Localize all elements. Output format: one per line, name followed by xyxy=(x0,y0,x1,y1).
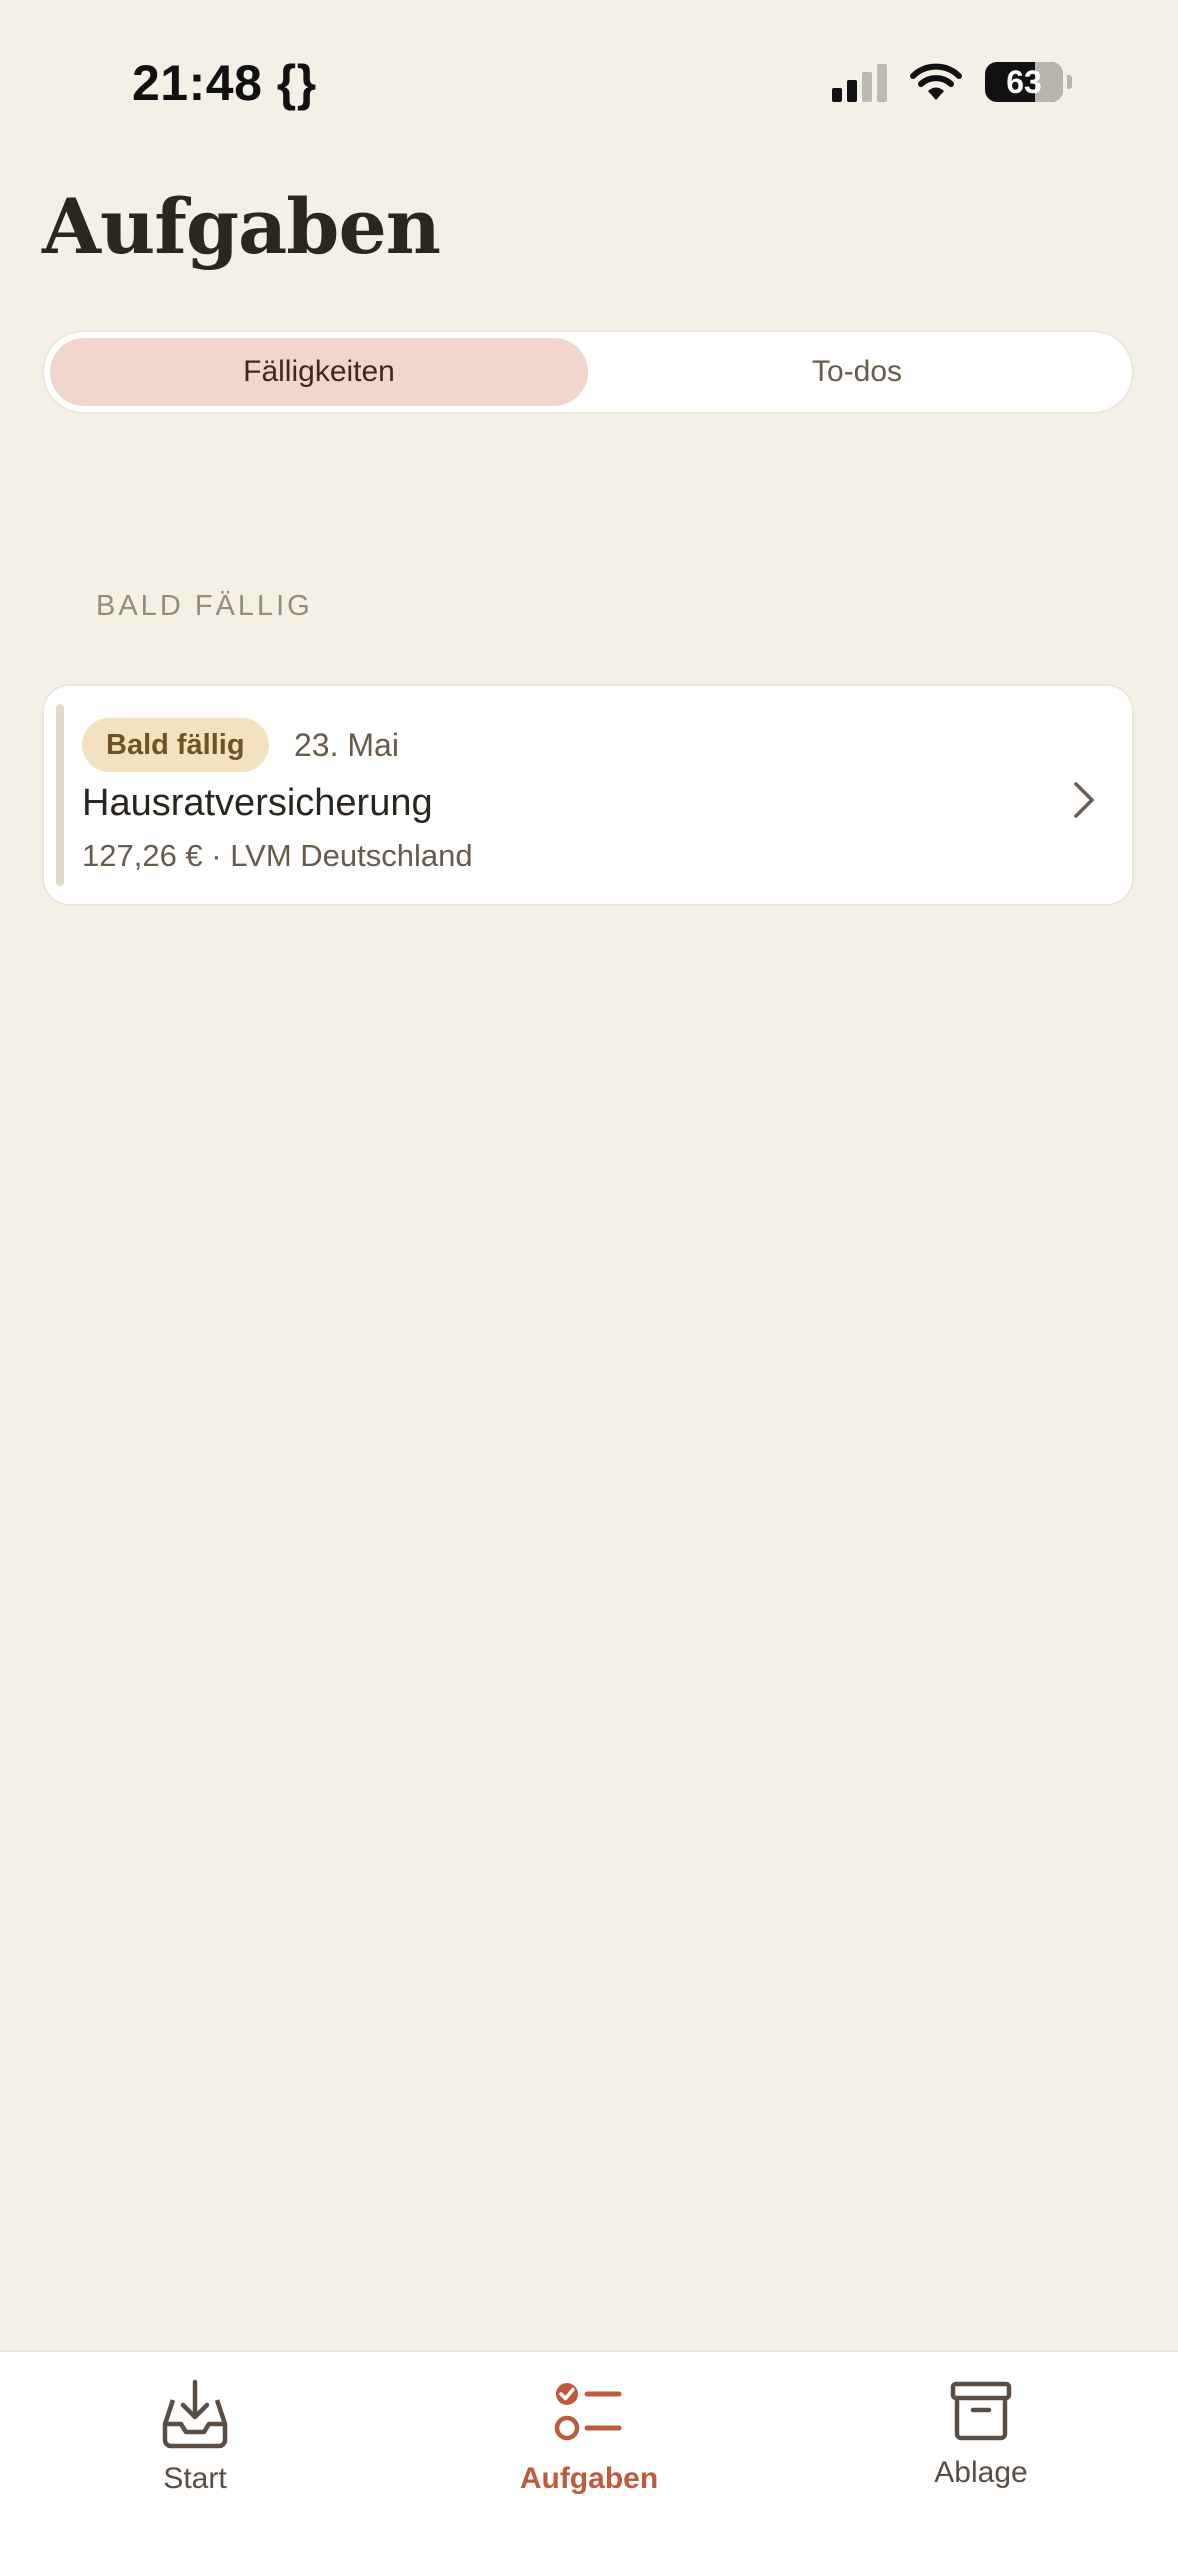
segment-faelligkeiten[interactable]: Fälligkeiten xyxy=(50,338,588,406)
cellular-signal-icon xyxy=(832,62,887,102)
segmented-control: Fälligkeiten To-dos xyxy=(42,330,1134,414)
battery-icon: 63 xyxy=(985,62,1063,102)
due-date: 23. Mai xyxy=(294,727,399,763)
battery-cap xyxy=(1067,75,1072,89)
task-title: Hausratversicherung xyxy=(82,782,433,824)
segment-todos[interactable]: To-dos xyxy=(588,338,1126,406)
tab-start[interactable]: Start xyxy=(95,2376,295,2496)
tab-aufgaben-label: Aufgaben xyxy=(519,2462,659,2495)
tab-start-label: Start xyxy=(163,2462,227,2495)
tab-ablage[interactable]: Ablage xyxy=(881,2376,1081,2490)
tab-ablage-label: Ablage xyxy=(934,2456,1028,2489)
tab-aufgaben[interactable]: Aufgaben xyxy=(489,2376,689,2496)
chevron-right-icon xyxy=(1074,782,1094,818)
dev-indicator: {} xyxy=(276,55,317,111)
page-title: Aufgaben xyxy=(42,182,441,271)
archive-box-icon xyxy=(950,2381,1012,2441)
section-header: BALD FÄLLIG xyxy=(96,590,313,622)
checklist-icon xyxy=(554,2383,622,2441)
tab-bar: Start Aufgaben Ablage xyxy=(0,2350,1178,2562)
task-subtitle: 127,26 € · LVM Deutschland xyxy=(82,838,473,873)
status-bar: 21:48 {} 63 xyxy=(0,0,1178,170)
inbox-download-icon xyxy=(162,2379,228,2449)
status-badge: Bald fällig xyxy=(82,718,269,772)
card-accent-bar xyxy=(56,704,64,886)
battery-percent: 63 xyxy=(1006,64,1042,100)
wifi-icon xyxy=(910,63,962,100)
clock-time: 21:48 xyxy=(132,55,263,111)
task-card[interactable]: Bald fällig 23. Mai Hausratversicherung … xyxy=(42,684,1134,906)
status-icons: 63 xyxy=(832,62,1072,102)
status-time: 21:48 {} xyxy=(132,54,317,112)
